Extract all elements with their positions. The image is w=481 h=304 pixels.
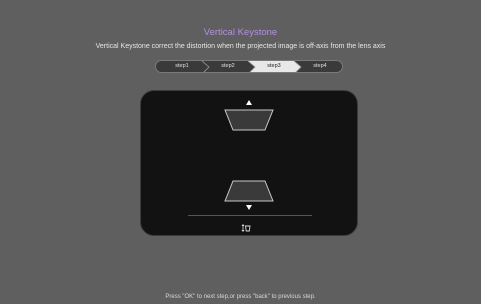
page-subtitle: Vertical Keystone correct the distortion… (95, 43, 386, 50)
page-title: Vertical Keystone (203, 27, 278, 38)
vertical-keystone-icon (241, 224, 251, 232)
step-label-4: step4 (313, 63, 327, 69)
step-label-3: step3 (267, 63, 281, 69)
step-label-2: step2 (221, 63, 235, 69)
triangle-up-icon[interactable] (246, 100, 252, 105)
footer-hint: Press "OK" to next step,or press "back" … (165, 294, 316, 300)
keystone-shape-top (224, 109, 274, 131)
panel-divider (188, 215, 312, 216)
step-label-1: step1 (175, 63, 189, 69)
keystone-shape-bottom (224, 180, 274, 202)
triangle-down-icon[interactable] (246, 205, 252, 210)
step-indicator: step1 step2 step3 step4 (155, 60, 343, 73)
